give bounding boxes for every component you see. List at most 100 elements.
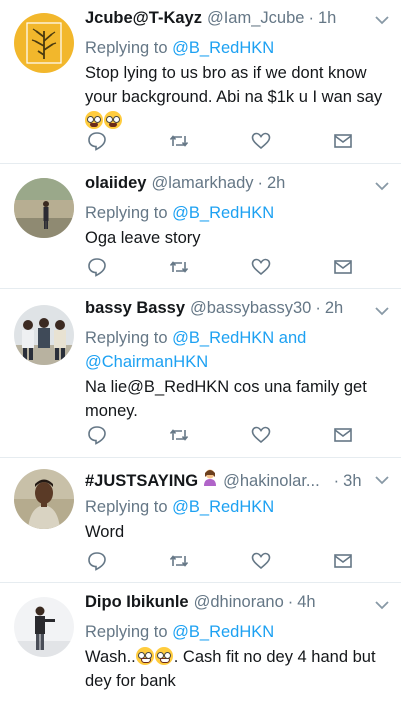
tweet-header: Dipo Ibikunle @dhinorano · 4h <box>85 593 391 617</box>
user-handle[interactable]: @bassybassy30 <box>190 299 311 318</box>
man-portrait-avatar-icon <box>14 469 74 529</box>
timestamp[interactable]: 2h <box>325 299 343 318</box>
user-handle[interactable]: @hakinolar... <box>223 472 320 491</box>
replying-to-link[interactable]: @B_RedHKN <box>172 498 274 516</box>
tweet-text: Wash... Cash fit no dey 4 hand but dey f… <box>85 645 391 693</box>
grinning-squinting-face-icon <box>154 647 173 665</box>
man-standing-avatar-icon <box>14 597 74 657</box>
retweet-icon <box>169 555 189 567</box>
tweet-text: Oga leave story <box>85 229 201 247</box>
like-button[interactable] <box>249 549 273 573</box>
group-photo-avatar-icon <box>14 305 74 365</box>
retweet-button[interactable] <box>167 255 191 279</box>
timestamp[interactable]: 2h <box>267 174 285 193</box>
tweet-text: Word <box>85 523 125 541</box>
avatar[interactable] <box>14 305 74 365</box>
person-raising-hand-icon <box>204 469 217 486</box>
retweet-icon <box>169 261 189 273</box>
chevron-down-icon[interactable] <box>375 306 389 316</box>
avatar[interactable] <box>14 178 74 238</box>
separator-dot: · <box>257 174 264 192</box>
tweet-actions <box>85 129 355 153</box>
tweet[interactable]: Dipo Ibikunle @dhinorano · 4h Replying t… <box>0 583 401 720</box>
user-handle[interactable]: @lamarkhady <box>151 174 253 193</box>
tweet-actions <box>85 423 355 447</box>
avatar[interactable] <box>14 597 74 657</box>
plant-logo-avatar-icon <box>14 13 74 73</box>
chevron-down-icon[interactable] <box>375 475 389 485</box>
separator-dot: · <box>333 472 340 490</box>
display-name[interactable]: #JUSTSAYING <box>85 472 198 491</box>
chevron-down-icon[interactable] <box>375 600 389 610</box>
avatar[interactable] <box>14 469 74 529</box>
tweet[interactable]: Jcube@T-Kayz @Iam_Jcube · 1h Replying to… <box>0 0 401 164</box>
chevron-down-icon[interactable] <box>375 181 389 191</box>
timestamp[interactable]: 3h <box>343 472 361 491</box>
message-button[interactable] <box>331 255 355 279</box>
replying-to: Replying to @B_RedHKN <box>85 495 391 519</box>
fearful-face-icon <box>104 111 122 129</box>
retweet-button[interactable] <box>167 549 191 573</box>
avatar[interactable] <box>14 13 74 73</box>
like-button[interactable] <box>249 255 273 279</box>
reply-button[interactable] <box>85 129 109 153</box>
message-icon <box>334 134 352 148</box>
message-icon <box>334 428 352 442</box>
display-name[interactable]: olaiidey <box>85 174 146 193</box>
replying-to: Replying to @B_RedHKN <box>85 620 391 644</box>
timestamp[interactable]: 4h <box>297 593 315 612</box>
tweet[interactable]: #JUSTSAYING @hakinolar... · 3h Replying … <box>0 458 401 583</box>
like-button[interactable] <box>249 423 273 447</box>
retweet-button[interactable] <box>167 129 191 153</box>
message-button[interactable] <box>331 423 355 447</box>
like-icon <box>251 132 271 150</box>
replying-prefix: Replying to <box>85 623 173 641</box>
message-button[interactable] <box>331 549 355 573</box>
message-icon <box>334 554 352 568</box>
reply-button[interactable] <box>85 255 109 279</box>
reply-icon <box>88 258 106 277</box>
tweet-text-content: Stop lying to us bro as if we dont know … <box>85 64 383 106</box>
retweet-icon <box>169 135 189 147</box>
replying-to-link[interactable]: @B_RedHKN <box>172 623 274 641</box>
display-name[interactable]: bassy Bassy <box>85 299 185 318</box>
message-icon <box>334 260 352 274</box>
replying-to: Replying to @B_RedHKN <box>85 36 391 60</box>
tweet-header: Jcube@T-Kayz @Iam_Jcube · 1h <box>85 9 391 33</box>
tweet-header: #JUSTSAYING @hakinolar... · 3h <box>85 468 391 492</box>
user-handle[interactable]: @dhinorano <box>194 593 284 612</box>
person-outdoors-avatar-icon <box>14 178 74 238</box>
display-name[interactable]: Jcube@T-Kayz <box>85 9 202 28</box>
like-icon <box>251 552 271 570</box>
separator-dot: · <box>308 9 314 27</box>
grinning-squinting-face-icon <box>135 647 154 665</box>
reply-icon <box>88 552 106 571</box>
reply-button[interactable] <box>85 549 109 573</box>
replying-to-link[interactable]: @B_RedHKN <box>172 204 274 222</box>
tweet-text: Na lie@B_RedHKN cos una family get money… <box>85 378 367 420</box>
tweet-actions <box>85 255 355 279</box>
reply-icon <box>88 426 106 445</box>
chevron-down-icon[interactable] <box>375 15 389 25</box>
retweet-icon <box>169 429 189 441</box>
retweet-button[interactable] <box>167 423 191 447</box>
like-icon <box>251 258 271 276</box>
replying-prefix: Replying to <box>85 329 173 347</box>
replying-prefix: Replying to <box>85 39 173 57</box>
display-name[interactable]: Dipo Ibikunle <box>85 593 189 612</box>
replying-to-link[interactable]: @B_RedHKN <box>172 39 274 57</box>
like-icon <box>251 426 271 444</box>
reply-icon <box>88 132 106 151</box>
replying-prefix: Replying to <box>85 498 173 516</box>
replying-prefix: Replying to <box>85 204 173 222</box>
user-handle[interactable]: @Iam_Jcube <box>207 9 304 28</box>
tweet[interactable]: bassy Bassy @bassybassy30 · 2h Replying … <box>0 289 401 458</box>
tweet-header: bassy Bassy @bassybassy30 · 2h <box>85 299 391 323</box>
reply-button[interactable] <box>85 423 109 447</box>
tweet-actions <box>85 549 355 573</box>
separator-dot: · <box>315 299 321 317</box>
message-button[interactable] <box>331 129 355 153</box>
timestamp[interactable]: 1h <box>318 9 336 28</box>
tweet[interactable]: olaiidey @lamarkhady · 2h Replying to @B… <box>0 164 401 289</box>
like-button[interactable] <box>249 129 273 153</box>
